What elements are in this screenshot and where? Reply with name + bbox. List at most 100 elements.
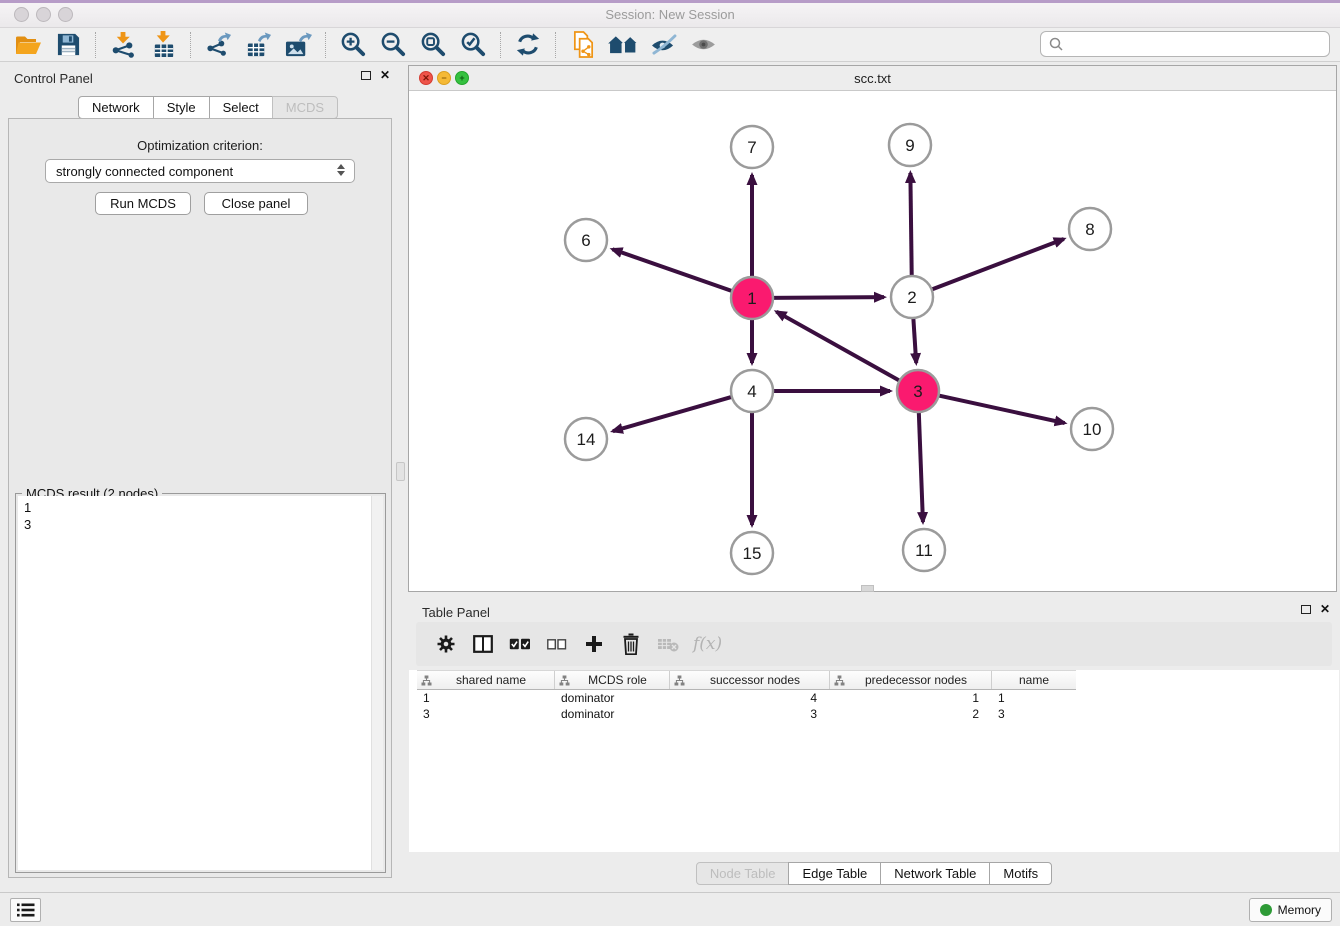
table-row[interactable]: 1dominator411 <box>417 690 1076 706</box>
main-toolbar <box>0 28 1340 62</box>
trash-icon <box>622 633 640 655</box>
graph-edge-3-11[interactable] <box>919 410 923 522</box>
table-cell[interactable]: dominator <box>555 691 670 705</box>
export-table-icon <box>245 31 272 58</box>
function-builder-button[interactable]: f(x) <box>693 630 722 658</box>
tab-edge-table[interactable]: Edge Table <box>788 862 881 885</box>
houses-icon <box>607 33 639 56</box>
application-window: Session: New Session <box>0 0 1340 926</box>
import-network-button[interactable] <box>103 29 143 61</box>
table-cell[interactable]: 2 <box>830 707 992 721</box>
control-panel-title: Control Panel <box>14 71 93 86</box>
tab-network-table[interactable]: Network Table <box>880 862 990 885</box>
table-panel-tabs: Node TableEdge TableNetwork TableMotifs <box>408 862 1340 885</box>
toolbar-separator <box>325 32 326 58</box>
task-history-button[interactable] <box>10 898 41 922</box>
result-scrollbar[interactable] <box>371 496 383 870</box>
refresh-button[interactable] <box>508 29 548 61</box>
criterion-dropdown-value: strongly connected component <box>56 164 233 179</box>
tab-node-table[interactable]: Node Table <box>696 862 790 885</box>
column-header-predecessor-nodes[interactable]: predecessor nodes <box>830 671 992 689</box>
delete-rows-button[interactable] <box>619 630 643 658</box>
table-body: 1dominator4113dominator323 <box>417 690 1076 722</box>
show-columns-button[interactable] <box>471 630 495 658</box>
status-bar: Memory <box>0 892 1340 926</box>
hide-selected-button[interactable] <box>643 29 683 61</box>
column-type-icon <box>421 675 432 686</box>
select-all-columns-button[interactable] <box>508 630 532 658</box>
show-all-button[interactable] <box>683 29 723 61</box>
mcds-result-text[interactable]: 13 <box>18 496 383 870</box>
table-row[interactable]: 3dominator323 <box>417 706 1076 722</box>
column-type-icon <box>834 675 845 686</box>
column-header-name[interactable]: name <box>992 671 1076 689</box>
tab-mcds[interactable]: MCDS <box>272 96 338 119</box>
tab-select[interactable]: Select <box>209 96 273 119</box>
export-network-button[interactable] <box>198 29 238 61</box>
add-row-button[interactable] <box>582 630 606 658</box>
column-label: MCDS role <box>570 673 665 687</box>
search-input[interactable] <box>1068 37 1321 52</box>
graph-edge-3-1[interactable] <box>776 312 901 382</box>
open-file-button[interactable] <box>8 29 48 61</box>
tab-style[interactable]: Style <box>153 96 210 119</box>
table-cell[interactable]: dominator <box>555 707 670 721</box>
run-mcds-button[interactable]: Run MCDS <box>95 192 191 215</box>
network-view-title: scc.txt <box>409 71 1336 86</box>
table-cell[interactable]: 1 <box>830 691 992 705</box>
control-panel: Control Panel ✕ NetworkStyleSelectMCDS O… <box>0 62 400 892</box>
table-toolbar: f(x) <box>416 622 1332 666</box>
float-table-panel-icon[interactable] <box>1301 605 1311 614</box>
list-icon <box>16 902 36 918</box>
tab-network[interactable]: Network <box>78 96 154 119</box>
view-table-splitter-handle[interactable] <box>861 585 874 592</box>
table-cell[interactable]: 1 <box>417 691 555 705</box>
table-cell[interactable]: 1 <box>992 691 1076 705</box>
graph-edge-2-8[interactable] <box>930 239 1064 290</box>
memory-button[interactable]: Memory <box>1249 898 1332 922</box>
float-panel-icon[interactable] <box>361 71 371 80</box>
network-window-titlebar[interactable]: ✕ − + scc.txt <box>409 66 1336 91</box>
graph-edge-3-10[interactable] <box>937 395 1065 423</box>
export-image-button[interactable] <box>278 29 318 61</box>
zoom-fit-button[interactable] <box>413 29 453 61</box>
column-header-mcds-role[interactable]: MCDS role <box>555 671 670 689</box>
graph-edge-1-6[interactable] <box>612 249 734 291</box>
zoom-selected-icon <box>460 31 487 58</box>
column-header-shared-name[interactable]: shared name <box>417 671 555 689</box>
network-graph: 7968124314101511 <box>409 91 1336 591</box>
zoom-in-button[interactable] <box>333 29 373 61</box>
network-canvas[interactable]: 7968124314101511 <box>409 91 1336 591</box>
delete-columns-button[interactable] <box>656 630 680 658</box>
clone-network-button[interactable] <box>563 29 603 61</box>
table-cell[interactable]: 4 <box>670 691 830 705</box>
import-table-button[interactable] <box>143 29 183 61</box>
memory-status-icon <box>1260 904 1272 916</box>
close-panel-icon[interactable]: ✕ <box>380 70 390 80</box>
eye-icon <box>690 35 717 54</box>
graph-node-label-7: 7 <box>747 138 756 157</box>
close-panel-button[interactable]: Close panel <box>204 192 308 215</box>
table-cell[interactable]: 3 <box>417 707 555 721</box>
criterion-dropdown[interactable]: strongly connected component <box>45 159 355 183</box>
graph-edge-2-3[interactable] <box>913 316 916 363</box>
first-neighbors-button[interactable] <box>603 29 643 61</box>
table-cell[interactable]: 3 <box>670 707 830 721</box>
graph-edge-4-14[interactable] <box>613 396 734 431</box>
zoom-out-button[interactable] <box>373 29 413 61</box>
graph-edge-2-9[interactable] <box>910 173 911 278</box>
panel-splitter-handle[interactable] <box>396 462 405 481</box>
zoom-selected-button[interactable] <box>453 29 493 61</box>
export-table-button[interactable] <box>238 29 278 61</box>
graph-edge-1-2[interactable] <box>771 297 884 298</box>
table-settings-button[interactable] <box>434 630 458 658</box>
import-network-icon <box>110 31 137 58</box>
control-panel-tabs: NetworkStyleSelectMCDS <box>78 96 338 119</box>
close-table-panel-icon[interactable]: ✕ <box>1320 604 1330 614</box>
tab-motifs[interactable]: Motifs <box>989 862 1052 885</box>
table-cell[interactable]: 3 <box>992 707 1076 721</box>
export-image-icon <box>284 31 313 58</box>
unselect-all-columns-button[interactable] <box>545 630 569 658</box>
column-header-successor-nodes[interactable]: successor nodes <box>670 671 830 689</box>
save-session-button[interactable] <box>48 29 88 61</box>
